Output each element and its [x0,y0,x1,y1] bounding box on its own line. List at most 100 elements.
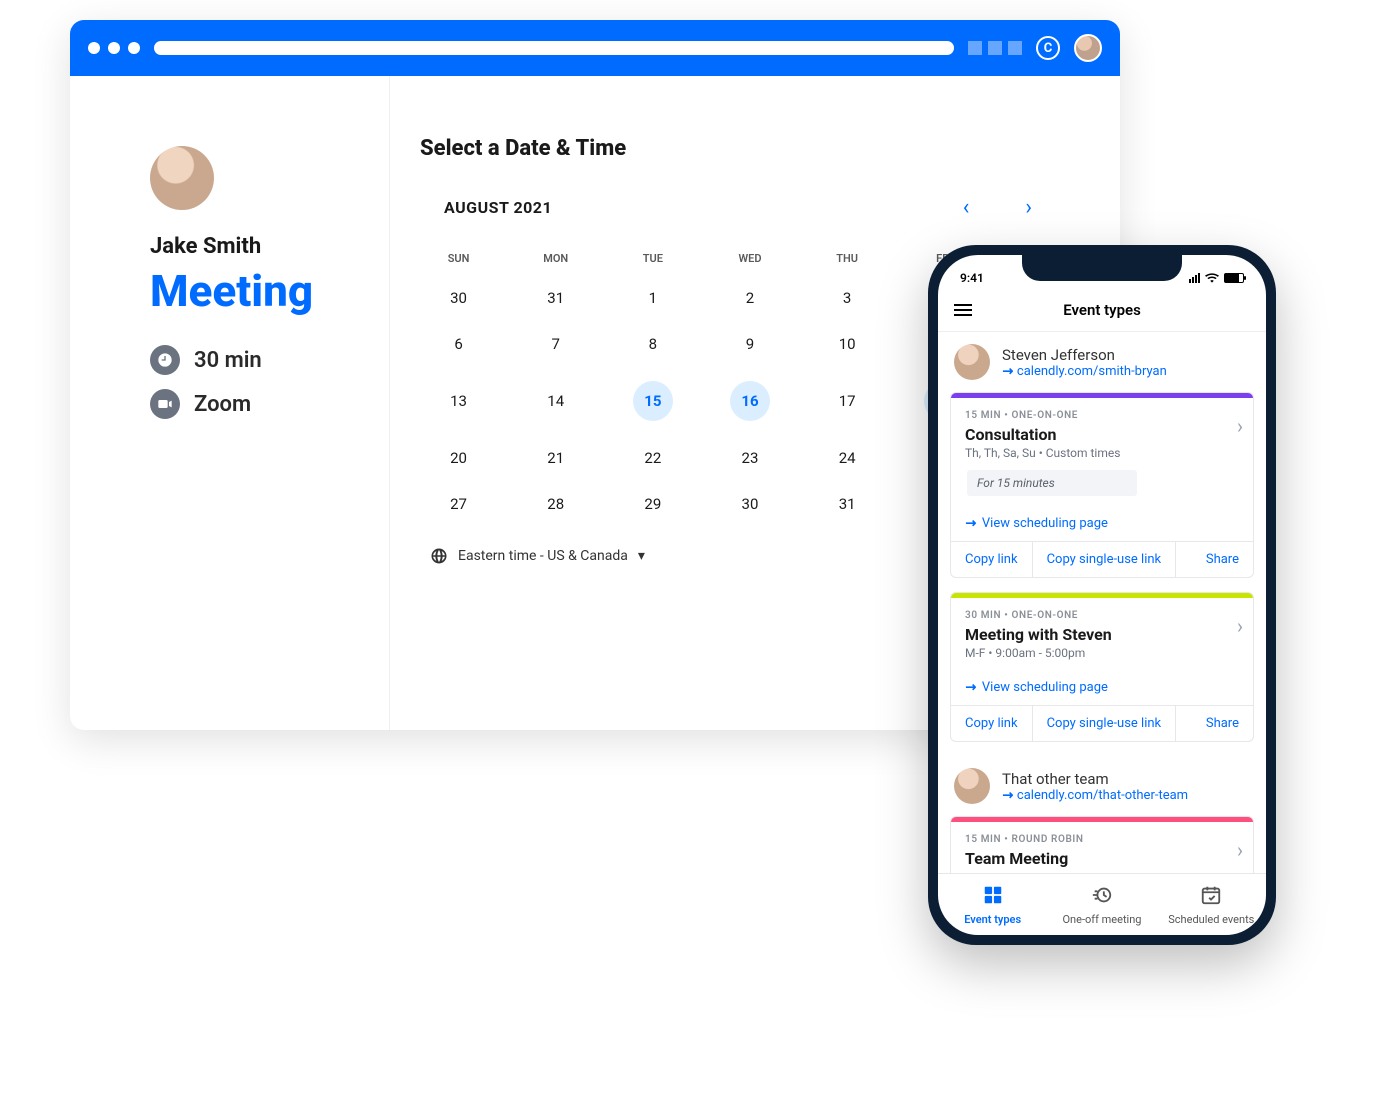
phone-device: 9:41 Event types Steven Jefferson ↗calen… [928,245,1276,945]
calendar-day[interactable]: 21 [507,435,604,481]
status-time: 9:41 [960,271,984,285]
card-action-button[interactable]: Share [1192,706,1253,741]
phone-notch [1022,255,1182,281]
card-actions: Copy linkCopy single-use link Share [951,541,1253,577]
location-row: Zoom [150,389,357,419]
external-link-icon: ↗ [998,362,1016,380]
calendar-day[interactable]: 24 [799,435,896,481]
calendar-day: 31 [507,275,604,321]
signal-icon [1189,273,1200,283]
card-title: Consultation [965,425,1239,444]
clock-icon [150,345,180,375]
card-action-button[interactable]: Copy link [951,542,1033,577]
url-bar[interactable] [154,41,954,55]
profile-name: That other team [1002,770,1188,788]
calendar-day[interactable]: 28 [507,481,604,527]
browser-extensions[interactable] [968,41,1022,55]
card-note[interactable]: For 15 minutes [967,470,1137,496]
profile-row[interactable]: That other team ↗calendly.com/that-other… [938,756,1266,816]
tab-event-types[interactable]: Event types [938,874,1047,935]
host-name: Jake Smith [150,234,357,259]
calendar-day[interactable]: 22 [604,435,701,481]
profile-link[interactable]: ↗calendly.com/smith-bryan [1002,364,1167,379]
event-title: Meeting [150,265,357,317]
calendar-day[interactable]: 3 [799,275,896,321]
team-avatar [954,768,990,804]
weekday-header: WED [701,242,798,275]
card-action-button[interactable]: Copy link [951,706,1033,741]
calendly-badge-icon[interactable]: C [1036,36,1060,60]
globe-icon [430,547,448,565]
event-type-card[interactable]: › 30 MIN • ONE-ON-ONE Meeting with Steve… [950,592,1254,742]
calendar-day[interactable]: 10 [799,321,896,367]
calendar-month-label: AUGUST 2021 [444,198,552,217]
next-month-button[interactable]: › [1017,191,1040,224]
wifi-icon [1205,273,1219,283]
profile-name: Steven Jefferson [1002,346,1167,364]
calendar-day[interactable]: 23 [701,435,798,481]
duration-row: 30 min [150,345,357,375]
calendar-day[interactable]: 7 [507,321,604,367]
host-avatar [150,146,214,210]
profile-avatar[interactable] [1074,34,1102,62]
profile-row[interactable]: Steven Jefferson ↗calendly.com/smith-bry… [938,332,1266,392]
card-subtitle: M-F • 9:00am - 5:00pm [965,646,1239,660]
event-type-card[interactable]: › 15 MIN • ROUND ROBIN Team Meeting [950,816,1254,873]
browser-chrome: C [70,20,1120,76]
card-title: Team Meeting [965,849,1239,868]
card-title: Meeting with Steven [965,625,1239,644]
video-icon [150,389,180,419]
external-link-icon: ↗ [961,678,979,696]
chevron-right-icon: › [1237,414,1243,438]
weekday-header: MON [507,242,604,275]
tab-one-off-meeting[interactable]: One-off meeting [1047,874,1156,935]
card-action-button[interactable]: Share [1192,542,1253,577]
tab-label: One-off meeting [1062,913,1141,926]
phone-header: Event types [938,295,1266,332]
calendar-day[interactable]: 8 [604,321,701,367]
card-action-button[interactable]: Copy single-use link [1033,542,1177,577]
weekday-header: THU [799,242,896,275]
calendar-day[interactable]: 31 [799,481,896,527]
event-type-card[interactable]: › 15 MIN • ONE-ON-ONE ConsultationTh, Th… [950,392,1254,578]
tab-label: Event types [964,913,1021,926]
menu-button[interactable] [954,304,972,316]
team-avatar [954,344,990,380]
external-link-icon: ↗ [998,786,1016,804]
view-scheduling-link[interactable]: ↗View scheduling page [951,670,1253,705]
tab-icon [1091,884,1113,909]
calendar-day[interactable]: 16 [701,367,798,435]
calendar-day[interactable]: 29 [604,481,701,527]
profile-link[interactable]: ↗calendly.com/that-other-team [1002,788,1188,803]
tab-icon [1200,884,1222,909]
calendar-day[interactable]: 6 [410,321,507,367]
card-meta: 15 MIN • ROUND ROBIN [965,834,1239,845]
calendar-day[interactable]: 1 [604,275,701,321]
calendar-day: 13 [410,367,507,435]
chevron-right-icon: › [1237,614,1243,638]
bottom-tabs: Event types One-off meeting Scheduled even… [938,873,1266,935]
calendar-day[interactable]: 17 [799,367,896,435]
timezone-label: Eastern time - US & Canada [458,548,628,564]
chevron-down-icon: ▾ [638,548,645,564]
calendar-day[interactable]: 15 [604,367,701,435]
window-controls[interactable] [88,42,140,54]
calendar-day[interactable]: 9 [701,321,798,367]
calendar-day[interactable]: 30 [701,481,798,527]
tab-label: Scheduled events [1168,913,1254,926]
calendar-day[interactable]: 2 [701,275,798,321]
card-action-button[interactable]: Copy single-use link [1033,706,1177,741]
card-actions: Copy linkCopy single-use link Share [951,705,1253,741]
view-scheduling-link[interactable]: ↗View scheduling page [951,506,1253,541]
calendar-day: 27 [410,481,507,527]
weekday-header: SUN [410,242,507,275]
tab-scheduled-events[interactable]: Scheduled events [1157,874,1266,935]
calendar-day[interactable]: 14 [507,367,604,435]
duration-label: 30 min [194,348,262,373]
weekday-header: TUE [604,242,701,275]
chevron-right-icon: › [1237,838,1243,862]
external-link-icon: ↗ [961,514,979,532]
prev-month-button[interactable]: ‹ [955,191,978,224]
select-date-title: Select a Date & Time [420,136,1070,161]
phone-content[interactable]: Steven Jefferson ↗calendly.com/smith-bry… [938,332,1266,873]
